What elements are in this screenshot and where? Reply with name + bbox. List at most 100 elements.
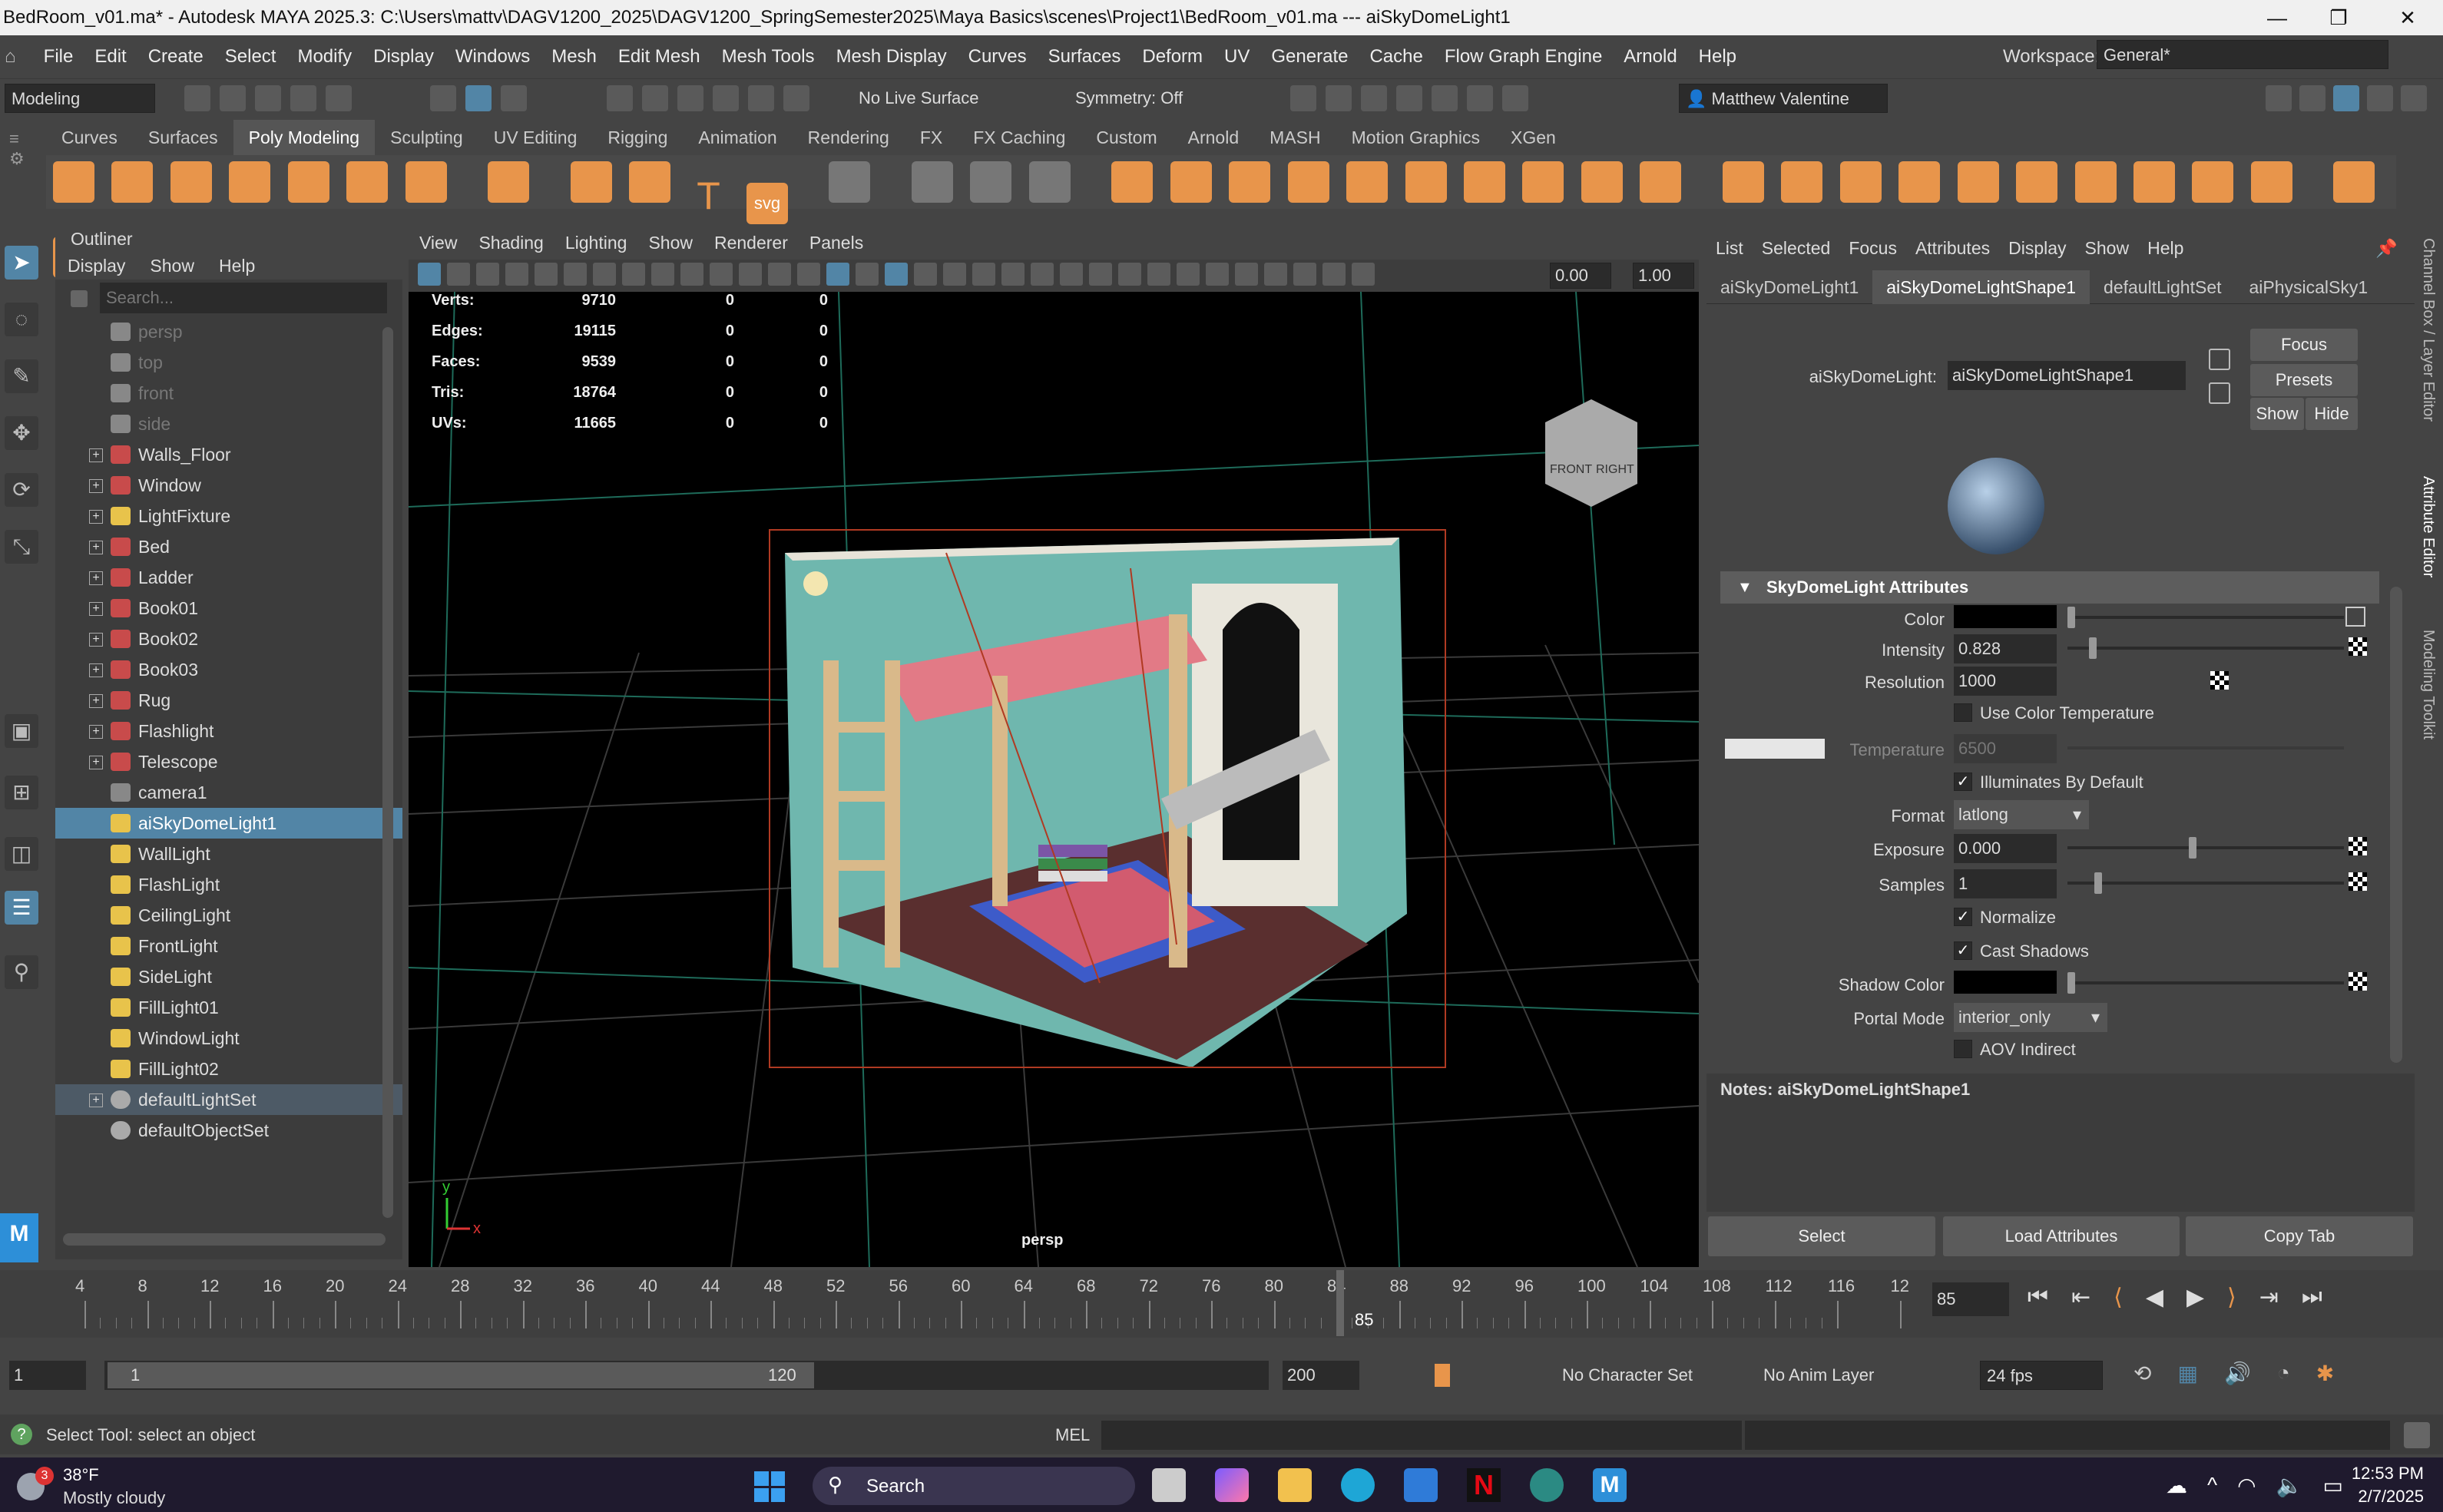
outliner-item-defaultlightset[interactable]: + defaultLightSet (55, 1084, 402, 1115)
attribute-editor-side-tab[interactable]: Attribute Editor (2419, 476, 2437, 577)
shadows-icon[interactable] (972, 263, 995, 286)
shelf-tab-rendering[interactable]: Rendering (793, 120, 905, 155)
outliner-item-windowlight[interactable]: WindowLight (55, 1023, 402, 1054)
go-to-start-icon[interactable]: ⏮ (2028, 1284, 2048, 1311)
exposure-icon[interactable] (1322, 263, 1346, 286)
fill-hole-icon[interactable] (1522, 161, 1564, 203)
script-editor-icon[interactable] (2404, 1422, 2430, 1448)
outliner-item-window[interactable]: + Window (55, 470, 402, 501)
range-slider-handle[interactable] (108, 1362, 814, 1388)
smooth-shade-icon[interactable] (856, 263, 879, 286)
camera-attributes-icon[interactable] (476, 263, 499, 286)
expand-icon[interactable]: + (89, 633, 103, 647)
pivot-values-icon[interactable] (1028, 161, 1071, 203)
pause-icon[interactable] (1502, 85, 1528, 111)
svg-icon[interactable]: svg (746, 183, 788, 224)
select-camera-icon[interactable] (418, 263, 441, 286)
store-icon[interactable] (1404, 1468, 1438, 1502)
motion-blur-icon[interactable] (1031, 263, 1054, 286)
shadow-color-slider-knob[interactable] (2067, 972, 2075, 994)
wifi-icon[interactable]: ◠ (2237, 1473, 2256, 1498)
auto-key-icon[interactable]: ◔ (2277, 1361, 2290, 1386)
hypershade-icon[interactable] (1396, 85, 1422, 111)
outliner-item-book03[interactable]: + Book03 (55, 654, 402, 685)
intensity-slider[interactable] (2067, 647, 2344, 650)
netflix-icon[interactable]: N (1467, 1468, 1501, 1502)
expand-icon[interactable]: + (89, 510, 103, 524)
attr-menu-show[interactable]: Show (2076, 238, 2139, 258)
shelf-tab-fx-caching[interactable]: FX Caching (958, 120, 1081, 155)
plane-icon[interactable] (346, 161, 389, 203)
temperature-slider[interactable] (2067, 746, 2344, 749)
cylinder-icon[interactable] (170, 161, 212, 203)
shelf-tab-xgen[interactable]: XGen (1495, 120, 1571, 155)
outliner-menu-show[interactable]: Show (137, 256, 207, 276)
outliner-hscrollbar[interactable] (63, 1233, 386, 1246)
poke-icon[interactable] (1898, 161, 1941, 203)
undo-icon[interactable] (290, 85, 316, 111)
skydome-swatch[interactable] (1948, 458, 2044, 554)
menu-uv[interactable]: UV (1213, 35, 1260, 78)
shelf-tab-custom[interactable]: Custom (1081, 120, 1172, 155)
menu-display[interactable]: Display (362, 35, 445, 78)
shelf-tab-rigging[interactable]: Rigging (592, 120, 683, 155)
center-pivot-icon[interactable] (911, 161, 953, 203)
viewport-menu-view[interactable]: View (409, 233, 468, 253)
select-button[interactable]: Select (1708, 1216, 1935, 1256)
outliner-item-bed[interactable]: + Bed (55, 531, 402, 562)
channel-box-toggle-icon[interactable] (2367, 85, 2393, 111)
outliner-item-lightfixture[interactable]: + LightFixture (55, 501, 402, 531)
menu-modify[interactable]: Modify (286, 35, 362, 78)
shadow-color-swatch[interactable] (1954, 971, 2057, 994)
viewport-menu-lighting[interactable]: Lighting (554, 233, 638, 253)
snap-point-icon[interactable] (677, 85, 703, 111)
clock-time[interactable]: 12:53 PM (2339, 1464, 2424, 1484)
render-view-icon[interactable] (1432, 85, 1458, 111)
color-map-icon[interactable] (2345, 607, 2365, 627)
focus-button[interactable]: Focus (2250, 329, 2358, 361)
isolate-select-icon[interactable] (1118, 263, 1141, 286)
outliner-menu-display[interactable]: Display (55, 256, 137, 276)
sweep-mesh-icon[interactable] (629, 161, 671, 203)
cache-icon[interactable]: ▦ (2177, 1361, 2197, 1386)
mirror-icon[interactable] (1405, 161, 1447, 203)
view-cube[interactable]: FRONT RIGHT (1545, 399, 1637, 507)
expand-icon[interactable]: + (89, 1093, 103, 1107)
shelf-tab-arnold[interactable]: Arnold (1173, 120, 1254, 155)
outliner-item-book01[interactable]: + Book01 (55, 593, 402, 624)
collapse-icon[interactable] (2133, 161, 2175, 203)
channel-box-side-tab[interactable]: Channel Box / Layer Editor (2419, 238, 2437, 422)
four-view-icon[interactable]: ⊞ (5, 776, 38, 809)
multi-cut-icon[interactable] (2333, 161, 2375, 203)
step-forward-key-icon[interactable]: ⇥ (2259, 1284, 2279, 1311)
shelf-tab-motion-graphics[interactable]: Motion Graphics (1336, 120, 1495, 155)
task-view-icon[interactable] (1152, 1468, 1186, 1502)
reduce-icon[interactable] (1581, 161, 1623, 203)
viewport-menu-panels[interactable]: Panels (799, 233, 874, 253)
maya-taskbar-icon[interactable]: M (1593, 1468, 1627, 1502)
film-gate-icon[interactable] (651, 263, 674, 286)
copilot-icon[interactable] (1215, 1468, 1249, 1502)
wireframe-on-shaded-icon[interactable] (885, 263, 908, 286)
node-name-field[interactable]: aiSkyDomeLightShape1 (1948, 361, 2186, 390)
select-component-icon[interactable] (501, 85, 527, 111)
viewport-menu-show[interactable]: Show (637, 233, 703, 253)
exposure-field[interactable]: 1.00 (1633, 263, 1694, 289)
attr-menu-display[interactable]: Display (1999, 238, 2075, 258)
side-by-side-view-icon[interactable]: ◫ (5, 837, 38, 871)
menu-edit[interactable]: Edit (84, 35, 137, 78)
torus-icon[interactable] (287, 161, 329, 203)
cloud-icon[interactable]: ☁ (2166, 1473, 2187, 1498)
select-tool-icon[interactable]: ➤ (5, 246, 38, 280)
attribute-scrollbar[interactable] (2390, 587, 2402, 1063)
minimize-button[interactable]: — (2243, 0, 2312, 35)
attribute-editor-toggle-icon[interactable] (2333, 85, 2359, 111)
prev-key-icon[interactable]: ⟨ (2114, 1284, 2123, 1311)
shelf-tab-poly-modeling[interactable]: Poly Modeling (233, 120, 376, 155)
arnold-render-icon[interactable] (1467, 85, 1493, 111)
collapse-arrow-icon[interactable]: ▼ (1737, 571, 1753, 604)
viewport-menu-renderer[interactable]: Renderer (703, 233, 799, 253)
shelf-tab-surfaces[interactable]: Surfaces (133, 120, 233, 155)
single-pane-icon[interactable] (1293, 263, 1316, 286)
symmetry-label[interactable]: Symmetry: Off (1075, 88, 1183, 108)
